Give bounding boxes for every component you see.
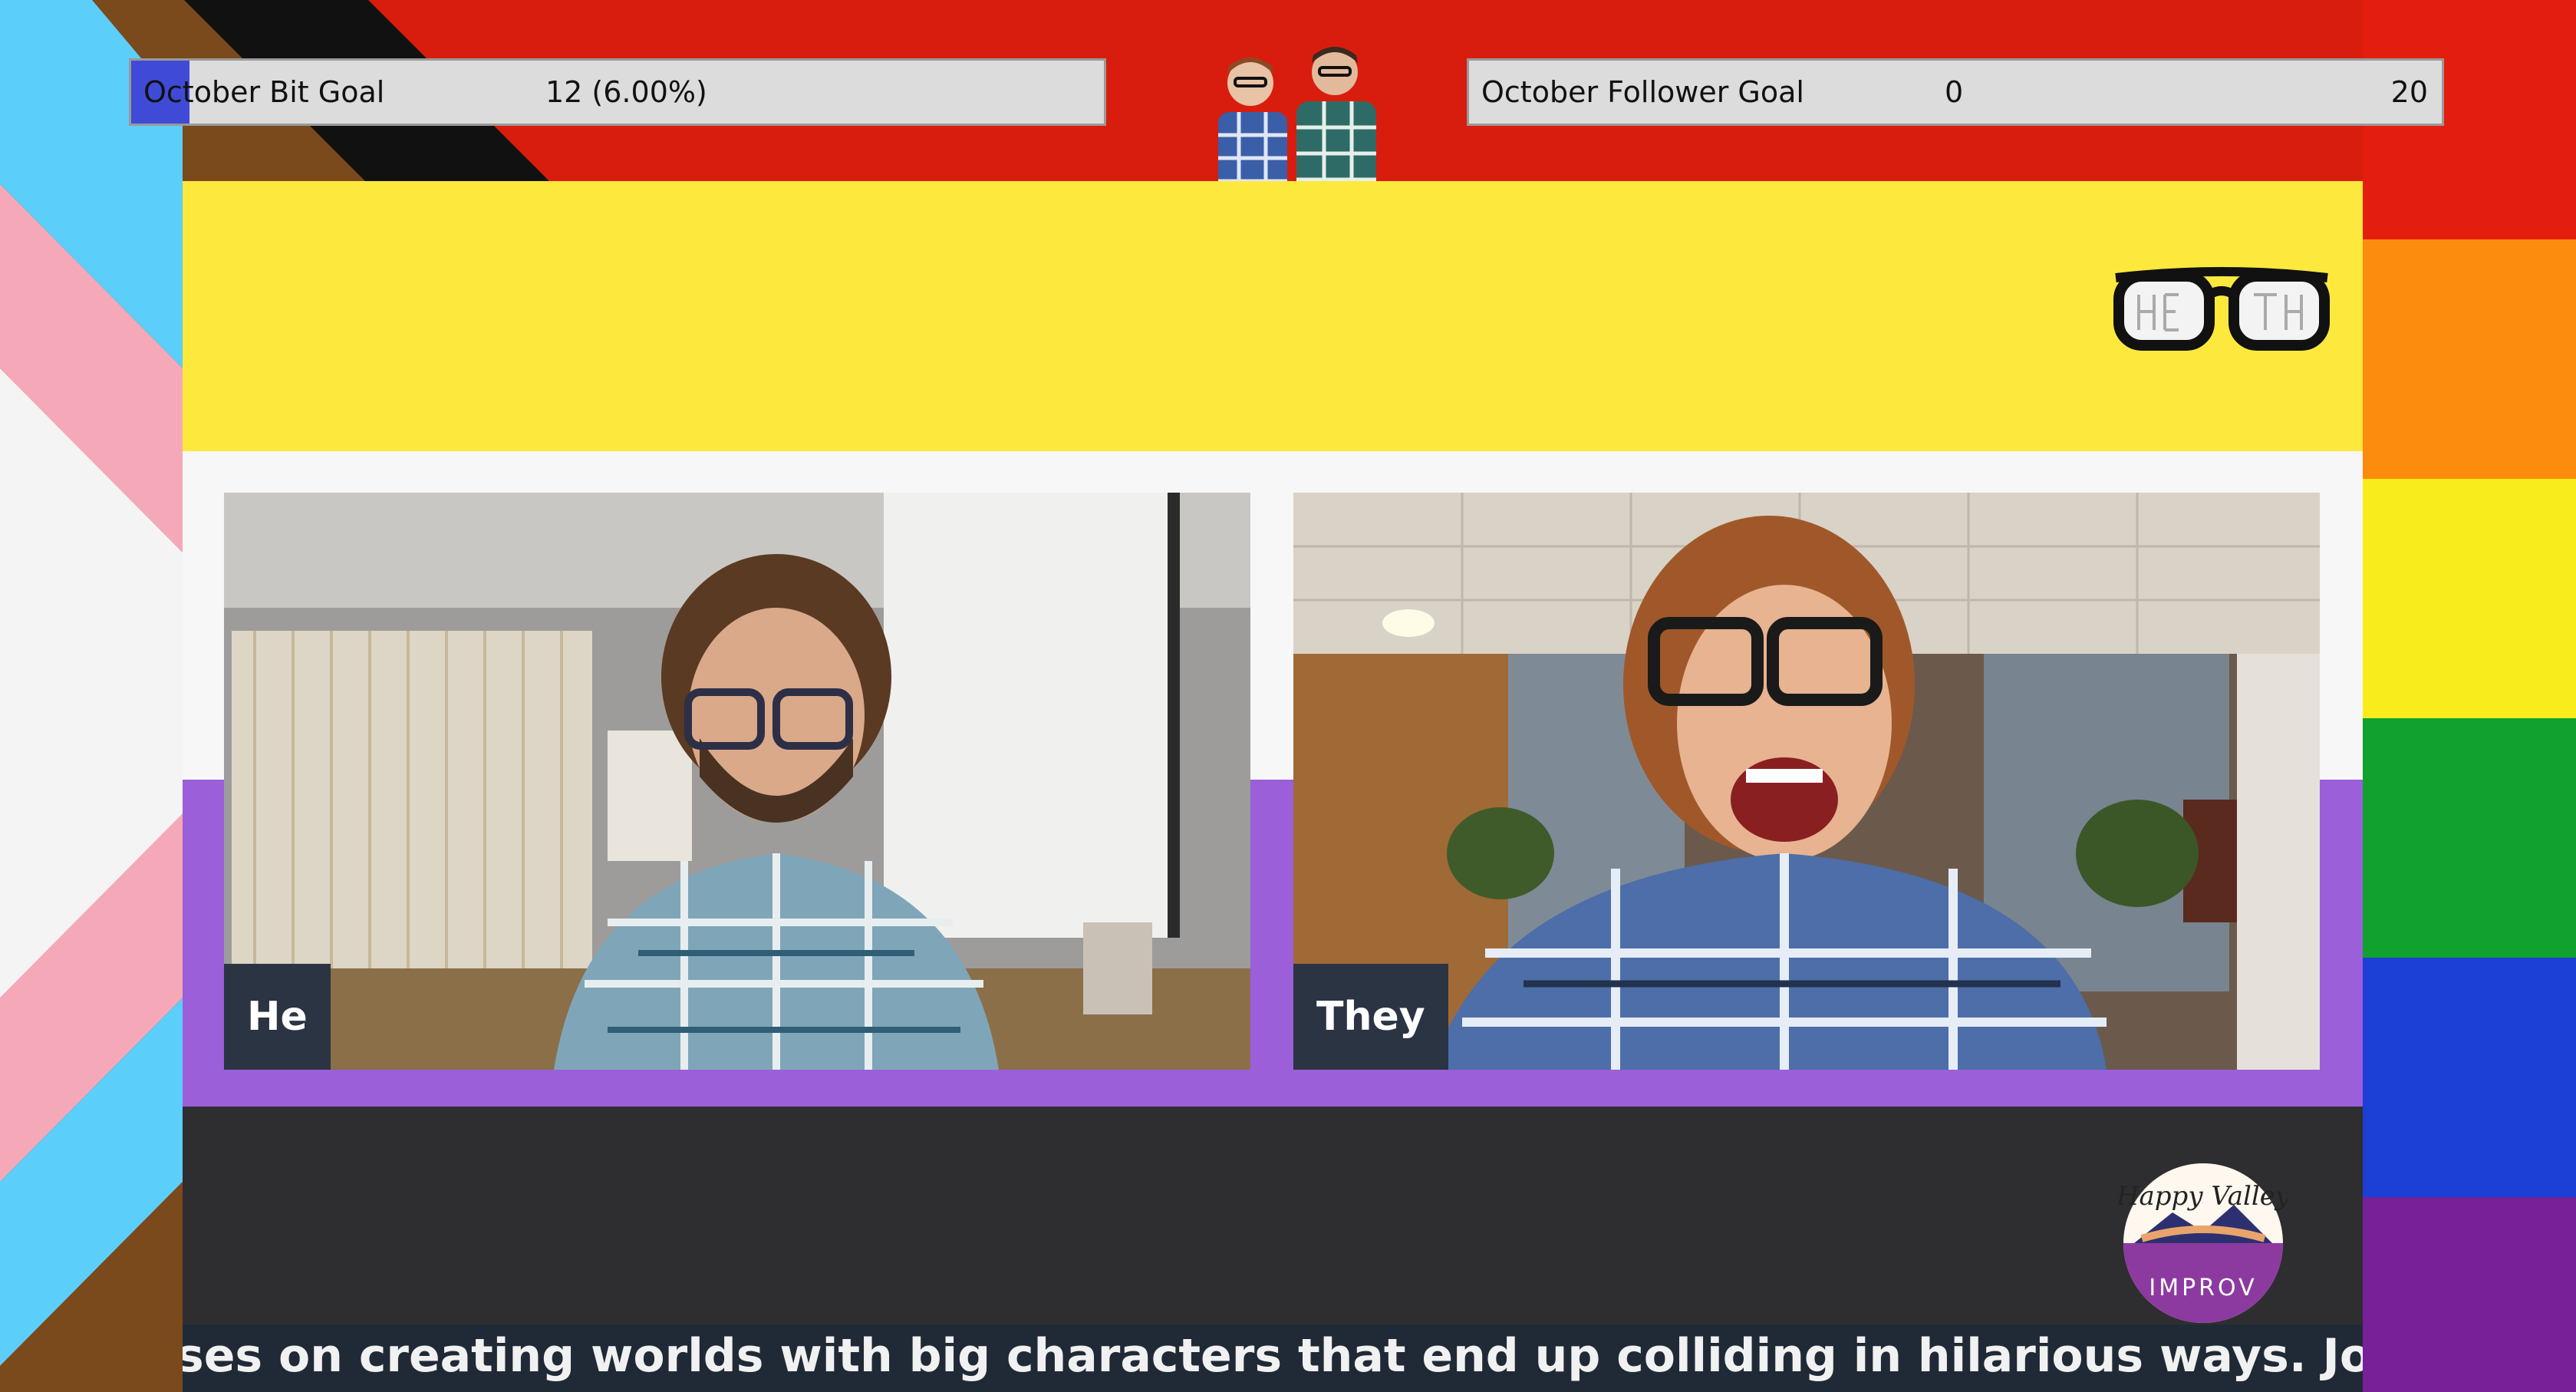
header-band (183, 181, 2363, 451)
follower-goal-target: 20 (2390, 75, 2428, 109)
svg-text:IMPROV: IMPROV (2149, 1275, 2257, 1301)
participant-name-tag: They (1293, 964, 1448, 1070)
bit-goal-value: 12 (6.00%) (545, 75, 707, 109)
rainbow-stripe-green (2363, 718, 2576, 958)
ticker-text: ses on creating worlds with big characte… (183, 1329, 2363, 1383)
participant-video-they: They (1293, 493, 2320, 1070)
follower-goal-bar: October Follower Goal 0 20 (1467, 58, 2444, 126)
video-feed-he (224, 493, 1250, 1070)
rainbow-stripe-blue (2363, 958, 2576, 1197)
bit-goal-bar: October Bit Goal 12 (6.00%) (129, 58, 1106, 126)
scrolling-ticker: ses on creating worlds with big characte… (183, 1324, 2363, 1392)
rainbow-stripe-yellow (2363, 479, 2576, 718)
svg-text:Happy Valley: Happy Valley (2119, 1181, 2288, 1212)
follower-goal-label: October Follower Goal (1481, 75, 1804, 109)
he-said-they-said-logo (2113, 267, 2330, 351)
bit-goal-label: October Bit Goal (143, 75, 385, 109)
rainbow-stripe-purple (2363, 1197, 2576, 1392)
participant-video-he: He (224, 493, 1250, 1070)
participant-name-tag: He (224, 964, 331, 1070)
rainbow-stripe-orange (2363, 239, 2576, 479)
happy-valley-improv-logo: Happy Valley IMPROV (2119, 1163, 2288, 1323)
stream-layout-panel: He They Happy Valley IMPROV ses on creat… (183, 181, 2363, 1392)
follower-goal-current: 0 (1945, 75, 1964, 109)
